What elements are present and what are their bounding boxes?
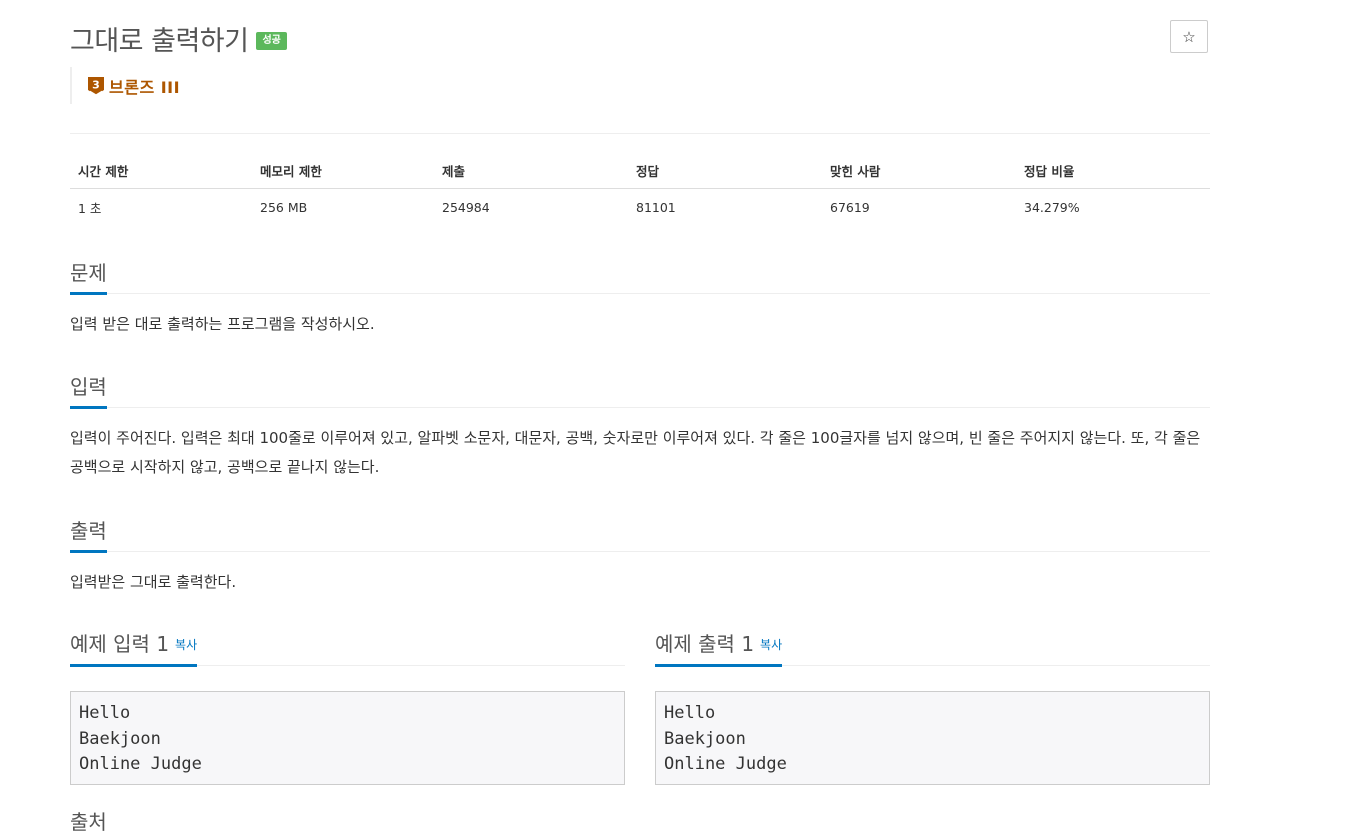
problem-info-table: 시간 제한 메모리 제한 제출 정답 맞힌 사람 정답 비율 1 초 256 M… [70, 152, 1210, 225]
solved-users-value[interactable]: 67619 [822, 189, 1016, 226]
divider [70, 133, 1210, 134]
problem-description-text: 입력 받은 대로 출력하는 프로그램을 작성하시오. [70, 315, 375, 333]
section-header: 문제 [70, 259, 1210, 295]
title-row: 그대로 출력하기 성공 [70, 18, 287, 58]
svg-text:3: 3 [92, 78, 100, 91]
status-badge: 성공 [256, 32, 287, 50]
sample-output-section: 예제 출력 1 복사 Hello Baekjoon Online Judge [655, 628, 1210, 785]
sample-output-title-text: 예제 출력 1 [655, 631, 755, 656]
bronze-3-tier-icon: 3 [88, 76, 104, 95]
memory-limit-value: 256 MB [260, 199, 308, 215]
header-memory-limit: 메모리 제한 [252, 152, 434, 189]
problem-input-section: 입력 입력이 주어진다. 입력은 최대 100줄로 이루어져 있고, 알파벳 소… [70, 373, 1210, 482]
problem-output-text: 입력받은 그대로 출력한다. [70, 573, 237, 591]
sample-header: 예제 출력 1 복사 [655, 628, 1210, 667]
header-solved-users: 맞힌 사람 [822, 152, 1016, 189]
copy-sample-input-button[interactable]: 복사 [175, 638, 197, 652]
header-accept-ratio: 정답 비율 [1016, 152, 1210, 189]
star-button[interactable]: ☆ [1170, 20, 1208, 53]
sample-input-box[interactable]: Hello Baekjoon Online Judge [70, 691, 625, 785]
sample-output-title: 예제 출력 1 복사 [655, 631, 783, 667]
sample-input-section: 예제 입력 1 복사 Hello Baekjoon Online Judge [70, 628, 625, 785]
sample-header: 예제 입력 1 복사 [70, 628, 625, 667]
table-row: 1 초 256 MB 254984 81101 67619 34.279% [70, 189, 1210, 226]
problem-description-section: 문제 입력 받은 대로 출력하는 프로그램을 작성하시오. [70, 259, 1210, 339]
problem-output-section: 출력 입력받은 그대로 출력한다. [70, 517, 1210, 597]
star-icon: ☆ [1182, 27, 1196, 46]
header-time-limit: 시간 제한 [70, 152, 252, 189]
sample-input-title: 예제 입력 1 복사 [70, 631, 198, 667]
accept-ratio-value: 34.279% [1024, 199, 1080, 215]
section-title-description: 문제 [70, 260, 107, 295]
section-header: 출력 [70, 517, 1210, 553]
tier-badge[interactable]: 3 브론즈 III [70, 67, 180, 104]
section-header: 입력 [70, 373, 1210, 409]
tier-label: 브론즈 III [109, 77, 181, 97]
page-title: 그대로 출력하기 [70, 25, 249, 57]
submissions-value[interactable]: 254984 [434, 189, 628, 226]
problem-input-text: 입력이 주어진다. 입력은 최대 100줄로 이루어져 있고, 알파벳 소문자,… [70, 429, 1201, 476]
header-accepted: 정답 [628, 152, 822, 189]
copy-sample-output-button[interactable]: 복사 [760, 638, 782, 652]
table-header-row: 시간 제한 메모리 제한 제출 정답 맞힌 사람 정답 비율 [70, 152, 1210, 189]
time-limit-value: 1 초 [78, 200, 102, 216]
section-title-input: 입력 [70, 374, 107, 409]
accepted-value[interactable]: 81101 [628, 189, 822, 226]
section-title-output: 출력 [70, 518, 107, 553]
sample-output-box[interactable]: Hello Baekjoon Online Judge [655, 691, 1210, 785]
sample-input-title-text: 예제 입력 1 [70, 631, 170, 656]
section-title-source: 출처 [70, 810, 107, 834]
header-submissions: 제출 [434, 152, 628, 189]
